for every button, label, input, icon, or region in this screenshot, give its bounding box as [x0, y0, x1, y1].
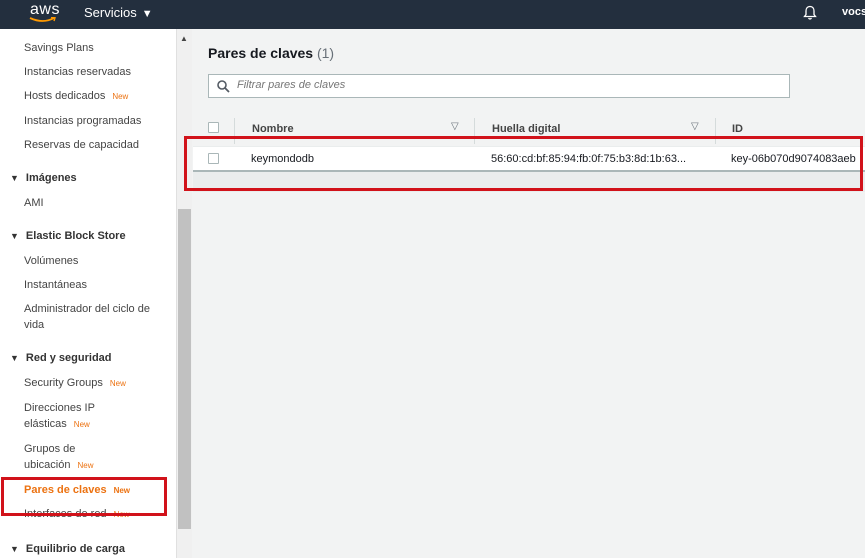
sidebar-item-direcciones-ip-elasticas[interactable]: Direcciones IP elásticas New: [24, 400, 124, 433]
services-label: Servicios: [84, 5, 137, 20]
sidebar-item-label: Savings Plans: [24, 42, 94, 54]
aws-smile-icon: [29, 17, 56, 22]
highlight-box-table-row: [184, 136, 863, 191]
sidebar-section-red-y-seguridad[interactable]: ▼ Red y seguridad: [10, 352, 112, 364]
collapse-triangle-icon: ▼: [10, 231, 19, 241]
page-title: Pares de claves (1): [208, 45, 334, 61]
sidebar-item-label: Instantáneas: [24, 279, 87, 291]
sidebar-section-imagenes[interactable]: ▼ Imágenes: [10, 172, 77, 184]
page-title-text: Pares de claves: [208, 45, 314, 61]
sidebar-item-label: Security Groups: [24, 377, 103, 389]
bell-icon[interactable]: [803, 5, 817, 21]
search-box[interactable]: [208, 74, 790, 98]
new-badge: New: [77, 461, 94, 470]
column-header-label: Huella digital: [492, 123, 561, 135]
scrollbar-thumb[interactable]: [178, 209, 191, 529]
sidebar-item-label: Instancias programadas: [24, 115, 142, 127]
sidebar-item-administrador-ciclo-de-vida[interactable]: Administrador del ciclo de vida: [24, 301, 154, 333]
sidebar-item-instancias-programadas[interactable]: Instancias programadas: [24, 113, 141, 129]
sidebar-item-label: Hosts dedicados: [24, 90, 106, 102]
sidebar-item-label: Reservas de capacidad: [24, 139, 139, 151]
sidebar-item-label: Grupos de ubicación: [24, 443, 76, 471]
sidebar-item-grupos-de-ubicacion[interactable]: Grupos de ubicación New: [24, 441, 104, 474]
new-badge: New: [73, 420, 90, 429]
collapse-triangle-icon: ▼: [10, 544, 19, 554]
search-icon: [217, 80, 230, 93]
sort-icon[interactable]: ▽: [451, 121, 459, 132]
sidebar-item-instantaneas[interactable]: Instantáneas: [24, 277, 87, 293]
sidebar-item-security-groups[interactable]: Security Groups New: [24, 375, 126, 392]
sidebar-item-label: Volúmenes: [24, 255, 79, 267]
column-header-label: Nombre: [252, 123, 294, 135]
new-badge: New: [112, 92, 129, 101]
sidebar-item-label: Instancias reservadas: [24, 66, 131, 78]
sidebar-section-label: Equilibrio de carga: [25, 543, 125, 555]
sidebar-item-ami[interactable]: AMI: [24, 195, 44, 211]
highlight-box-sidebar-item: [1, 477, 167, 516]
caret-down-icon: ▼: [141, 8, 153, 20]
main-content: Pares de claves (1) Nombre ▽ Huella digi…: [193, 29, 865, 558]
user-account-menu[interactable]: vocst: [842, 6, 865, 18]
sidebar-item-label: Administrador del ciclo de vida: [24, 303, 150, 331]
sidebar-item-label: AMI: [24, 197, 44, 209]
sidebar-item-instancias-reservadas[interactable]: Instancias reservadas: [24, 64, 131, 80]
new-badge: New: [109, 379, 126, 388]
sidebar-item-reservas-de-capacidad[interactable]: Reservas de capacidad: [24, 137, 139, 153]
sidebar-section-equilibrio-de-carga[interactable]: ▼ Equilibrio de carga: [10, 543, 125, 555]
sidebar-item-savings-plans[interactable]: Savings Plans: [24, 40, 94, 56]
select-all-checkbox[interactable]: [208, 122, 219, 133]
collapse-triangle-icon: ▼: [10, 353, 19, 363]
sidebar-section-label: Elastic Block Store: [25, 230, 126, 242]
sidebar-section-label: Red y seguridad: [25, 352, 112, 364]
scroll-up-arrow-icon[interactable]: ▲: [180, 34, 188, 43]
sidebar-scrollbar[interactable]: ▲: [176, 29, 192, 558]
item-count: (1): [316, 45, 335, 61]
sidebar-section-elastic-block-store[interactable]: ▼ Elastic Block Store: [10, 230, 126, 242]
sidebar-item-hosts-dedicados[interactable]: Hosts dedicados New: [24, 88, 128, 105]
column-header-label: ID: [732, 123, 743, 135]
sort-icon[interactable]: ▽: [691, 121, 699, 132]
sidebar-section-label: Imágenes: [25, 172, 77, 184]
collapse-triangle-icon: ▼: [10, 173, 19, 183]
services-menu[interactable]: Servicios ▼: [84, 5, 153, 20]
search-input[interactable]: [237, 79, 777, 91]
sidebar-item-volumenes[interactable]: Volúmenes: [24, 253, 78, 269]
top-navigation-bar: aws Servicios▼ vocst: [0, 0, 865, 29]
